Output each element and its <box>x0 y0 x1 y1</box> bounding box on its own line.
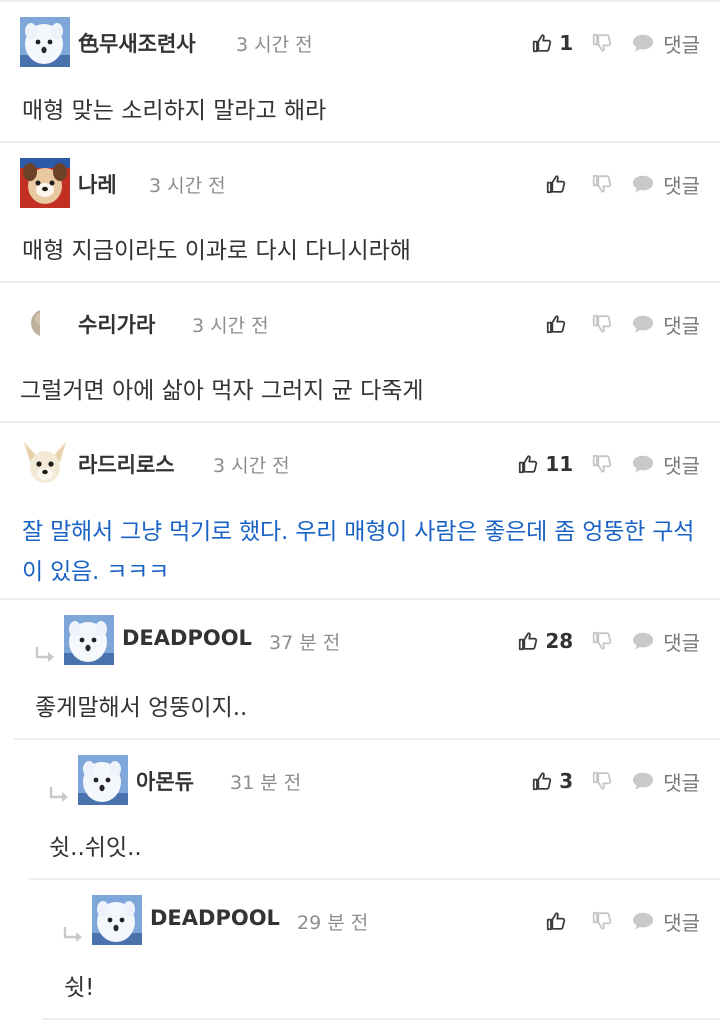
speech-bubble-icon <box>631 630 655 652</box>
comment-item: 수리가라 3 시간 전 댓글 그럴거면 아에 삶아 먹자 그러지 균 다죽게 <box>0 283 720 423</box>
upvote-count: 11 <box>545 452 574 476</box>
upvote-count: 1 <box>559 31 574 55</box>
avatar[interactable] <box>78 755 128 805</box>
comment-text: 쉿..쉬잇.. <box>49 835 142 861</box>
comment-actions: 1 댓글 <box>531 28 700 58</box>
downvote-button[interactable] <box>591 32 613 54</box>
avatar[interactable] <box>20 17 70 67</box>
timestamp: 29 분 전 <box>297 912 369 934</box>
reply-label: 댓글 <box>663 770 700 795</box>
comment-actions: 댓글 <box>545 906 700 936</box>
thumbs-up-icon <box>517 630 539 652</box>
nickname[interactable]: 수리가라 <box>78 309 155 339</box>
thumbs-up-icon <box>545 313 567 335</box>
timestamp: 3 시간 전 <box>149 175 226 197</box>
thumbs-up-icon <box>531 32 553 54</box>
timestamp: 31 분 전 <box>230 772 302 794</box>
speech-bubble-icon <box>631 910 655 932</box>
thumbs-up-icon <box>517 453 539 475</box>
comment-text: 쉿! <box>64 975 95 1001</box>
comment-item: 나레 3 시간 전 댓글 매형 지금이라도 이과로 다시 다니시라해 <box>0 143 720 283</box>
upvote-button[interactable] <box>545 910 573 932</box>
speech-bubble-icon <box>631 173 655 195</box>
thumbs-down-icon <box>591 630 613 652</box>
reply-button[interactable]: 댓글 <box>631 170 700 199</box>
comment-text: 매형 맞는 소리하지 말라고 해라 <box>22 98 327 124</box>
downvote-button[interactable] <box>591 453 613 475</box>
comment-actions: 28 댓글 <box>517 626 700 656</box>
avatar[interactable] <box>20 158 70 208</box>
upvote-button[interactable]: 3 <box>531 769 573 793</box>
comment-actions: 댓글 <box>545 169 700 199</box>
avatar[interactable] <box>20 438 70 488</box>
timestamp: 37 분 전 <box>269 632 341 654</box>
speech-bubble-icon <box>631 32 655 54</box>
thumbs-down-icon <box>591 910 613 932</box>
downvote-button[interactable] <box>591 910 613 932</box>
reply-label: 댓글 <box>663 313 700 338</box>
thumbs-down-icon <box>591 770 613 792</box>
nickname[interactable]: 나레 <box>78 169 117 199</box>
upvote-count: 3 <box>559 769 574 793</box>
reply-button[interactable]: 댓글 <box>631 450 700 479</box>
reply-button[interactable]: 댓글 <box>631 310 700 339</box>
thumbs-up-icon <box>545 910 567 932</box>
comment-item: 라드리로스 3 시간 전 11 댓글 잘 말해서 그냥 먹기로 했다. 우리 매… <box>0 423 720 600</box>
reply-arrow-icon <box>48 786 70 806</box>
comment-text: 잘 말해서 그냥 먹기로 했다. 우리 매형이 사람은 좋은데 좀 엉뚱한 구석… <box>22 519 695 585</box>
downvote-button[interactable] <box>591 313 613 335</box>
avatar[interactable] <box>10 308 40 338</box>
thumbs-up-icon <box>531 770 553 792</box>
upvote-button[interactable]: 11 <box>517 452 573 476</box>
downvote-button[interactable] <box>591 173 613 195</box>
comment-actions: 댓글 <box>545 309 700 339</box>
reply-label: 댓글 <box>663 173 700 198</box>
comment-text: 매형 지금이라도 이과로 다시 다니시라해 <box>22 238 411 264</box>
upvote-button[interactable]: 1 <box>531 31 573 55</box>
reply-arrow-icon <box>62 926 84 946</box>
thumbs-up-icon <box>545 173 567 195</box>
avatar[interactable] <box>64 615 114 665</box>
upvote-button[interactable]: 28 <box>517 629 573 653</box>
reply-item: 아몬듀 31 분 전 3 댓글 쉿..쉬잇.. <box>28 740 720 880</box>
thumbs-down-icon <box>591 313 613 335</box>
reply-label: 댓글 <box>663 32 700 57</box>
reply-item: DEADPOOL 29 분 전 댓글 쉿! <box>42 880 720 1020</box>
avatar[interactable] <box>92 895 142 945</box>
comment-actions: 11 댓글 <box>517 449 700 479</box>
nickname[interactable]: 라드리로스 <box>78 449 175 479</box>
speech-bubble-icon <box>631 313 655 335</box>
reply-label: 댓글 <box>663 453 700 478</box>
reply-label: 댓글 <box>663 630 700 655</box>
comment-text: 그럴거면 아에 삶아 먹자 그러지 균 다죽게 <box>20 378 424 404</box>
reply-label: 댓글 <box>663 910 700 935</box>
speech-bubble-icon <box>631 453 655 475</box>
timestamp: 3 시간 전 <box>236 34 313 56</box>
nickname[interactable]: DEADPOOL <box>122 626 252 650</box>
timestamp: 3 시간 전 <box>192 315 269 337</box>
thumbs-down-icon <box>591 173 613 195</box>
thumbs-down-icon <box>591 32 613 54</box>
reply-button[interactable]: 댓글 <box>631 29 700 58</box>
reply-arrow-icon <box>34 646 56 666</box>
nickname[interactable]: 아몬듀 <box>136 766 194 796</box>
thumbs-down-icon <box>591 453 613 475</box>
comment-actions: 3 댓글 <box>531 766 700 796</box>
upvote-button[interactable] <box>545 313 573 335</box>
timestamp: 3 시간 전 <box>213 455 290 477</box>
reply-button[interactable]: 댓글 <box>631 627 700 656</box>
comment-item: 色무새조련사 3 시간 전 1 댓글 매형 맞는 소리하지 말라고 해라 <box>0 2 720 143</box>
upvote-button[interactable] <box>545 173 573 195</box>
reply-button[interactable]: 댓글 <box>631 907 700 936</box>
comment-text: 좋게말해서 엉뚱이지.. <box>35 695 248 721</box>
nickname[interactable]: 色무새조련사 <box>78 28 196 58</box>
downvote-button[interactable] <box>591 630 613 652</box>
reply-item: DEADPOOL 37 분 전 28 댓글 좋게말해서 엉뚱이지.. <box>14 600 720 740</box>
nickname[interactable]: DEADPOOL <box>150 906 280 930</box>
reply-button[interactable]: 댓글 <box>631 767 700 796</box>
downvote-button[interactable] <box>591 770 613 792</box>
speech-bubble-icon <box>631 770 655 792</box>
upvote-count: 28 <box>545 629 574 653</box>
